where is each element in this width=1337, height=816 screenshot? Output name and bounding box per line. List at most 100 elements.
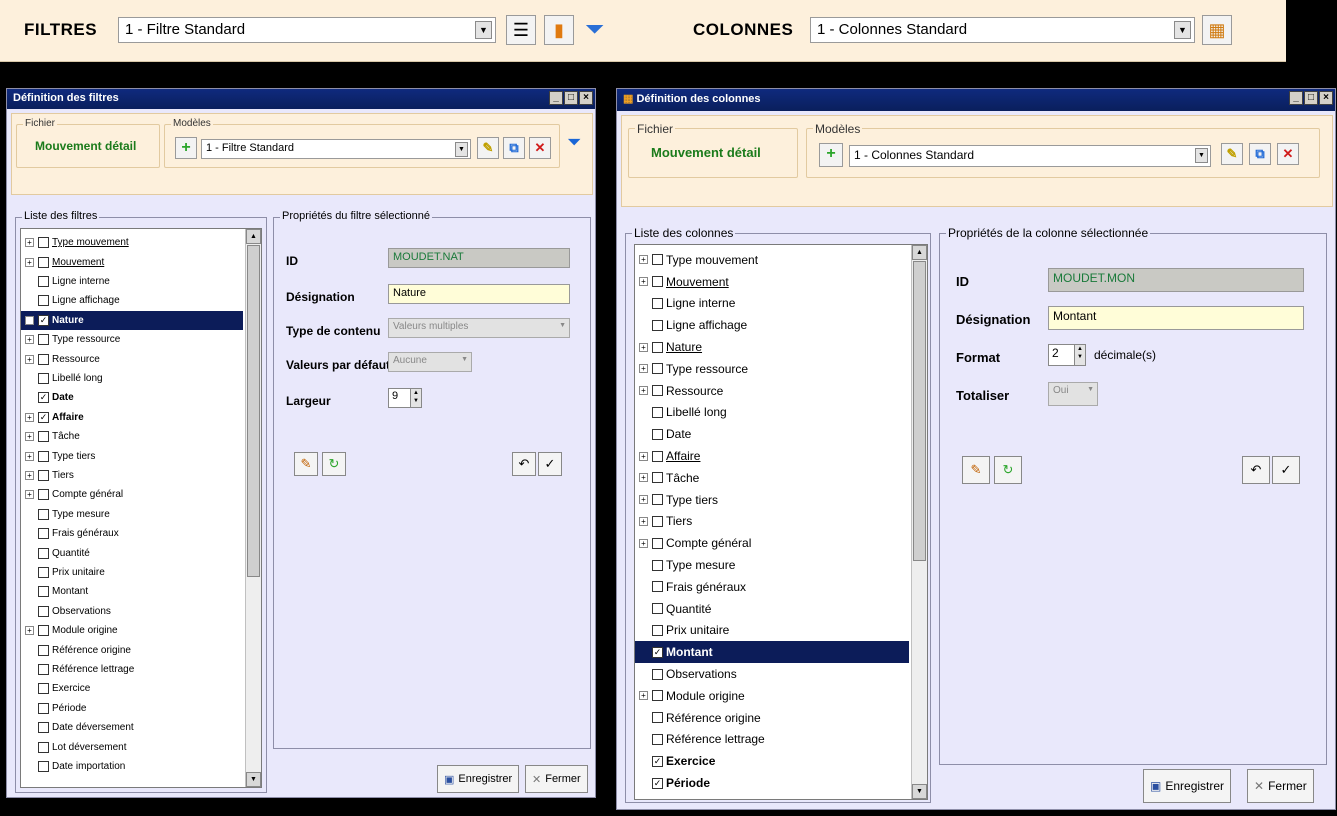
checkbox[interactable] <box>652 690 663 702</box>
checkbox[interactable] <box>38 431 49 443</box>
vertical-scrollbar[interactable]: ▲ ▼ <box>911 245 927 799</box>
list-item[interactable]: Lot déversement <box>21 737 243 756</box>
list-item[interactable]: + Type ressource <box>21 330 243 349</box>
checkbox[interactable] <box>38 644 49 656</box>
checkbox[interactable] <box>652 254 663 266</box>
checkbox[interactable] <box>38 256 49 268</box>
list-item[interactable]: ✓ Exercice <box>635 750 909 772</box>
expand-icon[interactable]: + <box>639 538 648 548</box>
maximize-icon[interactable]: □ <box>1304 91 1318 105</box>
format-stepper[interactable]: 2 ▲ ▼ <box>1048 344 1086 366</box>
checkbox[interactable] <box>38 528 49 540</box>
expand-icon[interactable]: + <box>25 335 34 345</box>
checkbox[interactable] <box>38 586 49 598</box>
checkbox[interactable] <box>38 605 49 617</box>
checkbox[interactable] <box>38 372 49 384</box>
checkbox[interactable] <box>652 559 663 571</box>
filter-model-select[interactable]: 1 - Filtre Standard ▼ <box>201 139 471 159</box>
checkbox[interactable] <box>38 722 49 734</box>
refresh-icon[interactable]: ↻ <box>322 452 346 476</box>
list-item[interactable]: Frais généraux <box>21 524 243 543</box>
chevron-down-icon[interactable]: ▼ <box>1195 148 1208 163</box>
list-item[interactable]: + ✓ Nature <box>21 310 243 330</box>
validate-icon[interactable]: ✓ <box>538 452 562 476</box>
filtres-select[interactable]: 1 - Filtre Standard ▼ <box>118 17 496 43</box>
copy-model-button[interactable]: ⧉ <box>503 137 525 159</box>
checkbox[interactable] <box>652 276 663 288</box>
list-item[interactable]: Quantité <box>635 598 909 620</box>
enregistrer-button[interactable]: ▣ Enregistrer <box>437 765 520 793</box>
designation-field[interactable]: Nature <box>388 284 570 304</box>
filter-icon[interactable]: ⏷ <box>585 16 604 44</box>
list-item[interactable]: Date importation <box>21 757 243 776</box>
close-icon[interactable]: × <box>579 91 593 105</box>
expand-icon[interactable]: + <box>639 451 648 461</box>
list-item[interactable]: + Module origine <box>21 621 243 640</box>
edit-icon[interactable]: ✎ <box>962 456 990 484</box>
checkbox[interactable] <box>38 489 49 501</box>
list-item[interactable]: Prix unitaire <box>21 563 243 582</box>
validate-icon[interactable]: ✓ <box>1272 456 1300 484</box>
checkbox[interactable]: ✓ <box>38 411 49 423</box>
checkbox[interactable] <box>38 469 49 481</box>
expand-icon[interactable]: + <box>25 432 34 442</box>
colonnes-select[interactable]: 1 - Colonnes Standard ▼ <box>810 17 1195 43</box>
chevron-down-icon[interactable]: ▼ <box>455 142 468 157</box>
type-contenu-select[interactable]: Valeurs multiples ▼ <box>388 318 570 338</box>
list-item[interactable]: + Type mouvement <box>21 233 243 252</box>
checkbox[interactable] <box>38 334 49 346</box>
expand-icon[interactable]: + <box>639 255 648 265</box>
scroll-thumb[interactable] <box>913 261 926 561</box>
list-item[interactable]: Ligne interne <box>635 293 909 315</box>
list-item[interactable]: Observations <box>635 663 909 685</box>
filter-icon[interactable]: ⏷ <box>567 132 581 153</box>
expand-icon[interactable]: + <box>25 257 34 267</box>
list-item[interactable]: + Compte général <box>21 485 243 504</box>
expand-icon[interactable]: + <box>639 386 648 396</box>
list-item[interactable]: + Tâche <box>21 427 243 446</box>
checkbox[interactable] <box>652 406 663 418</box>
chart-edit-icon[interactable]: ▮ <box>544 15 574 45</box>
chevron-down-icon[interactable]: ▼ <box>1087 386 1094 393</box>
scroll-down-icon[interactable]: ▼ <box>912 784 927 799</box>
list-item[interactable]: Ligne affichage <box>635 314 909 336</box>
list-item[interactable]: Référence origine <box>21 640 243 659</box>
scroll-up-icon[interactable]: ▲ <box>246 229 261 244</box>
add-model-button[interactable]: + <box>175 137 197 159</box>
list-item[interactable]: + Affaire <box>635 445 909 467</box>
scroll-thumb[interactable] <box>247 245 260 577</box>
list-item[interactable]: + Ressource <box>21 349 243 368</box>
checkbox[interactable] <box>38 508 49 520</box>
expand-icon[interactable]: + <box>25 315 34 325</box>
checkbox[interactable] <box>652 712 663 724</box>
list-item[interactable]: + Tâche <box>635 467 909 489</box>
expand-icon[interactable]: + <box>25 238 34 248</box>
columns-list[interactable]: ✓ Période ✓ Exercice Référence lettrage Référ… <box>634 244 928 800</box>
designation-field[interactable]: Montant <box>1048 306 1304 330</box>
checkbox[interactable]: ✓ <box>652 777 663 789</box>
table-icon[interactable]: ▦ <box>1202 15 1232 45</box>
list-item[interactable]: + Nature <box>635 336 909 358</box>
list-item[interactable]: Libellé long <box>21 369 243 388</box>
add-model-button[interactable]: + <box>819 143 843 167</box>
edit-model-button[interactable]: ✎ <box>1221 143 1243 165</box>
list-item[interactable]: + Type tiers <box>635 489 909 511</box>
undo-icon[interactable]: ↶ <box>512 452 536 476</box>
stepper-arrows-icon[interactable]: ▲ ▼ <box>410 389 421 407</box>
checkbox[interactable] <box>38 450 49 462</box>
list-item[interactable]: Libellé long <box>635 402 909 424</box>
checkbox[interactable] <box>38 566 49 578</box>
chevron-down-icon[interactable]: ▼ <box>461 356 468 363</box>
checkbox[interactable] <box>652 428 663 440</box>
checkbox[interactable] <box>652 668 663 680</box>
checkbox[interactable] <box>652 515 663 527</box>
list-item[interactable]: Prix unitaire <box>635 620 909 642</box>
checkbox[interactable] <box>38 547 49 559</box>
list-item[interactable]: Type mesure <box>635 554 909 576</box>
list-item[interactable]: Montant <box>21 582 243 601</box>
expand-icon[interactable]: + <box>25 412 34 422</box>
list-item[interactable]: Type mesure <box>21 505 243 524</box>
checkbox[interactable] <box>652 733 663 745</box>
vertical-scrollbar[interactable]: ▲ ▼ <box>245 229 261 787</box>
enregistrer-button[interactable]: ▣ Enregistrer <box>1143 769 1232 803</box>
